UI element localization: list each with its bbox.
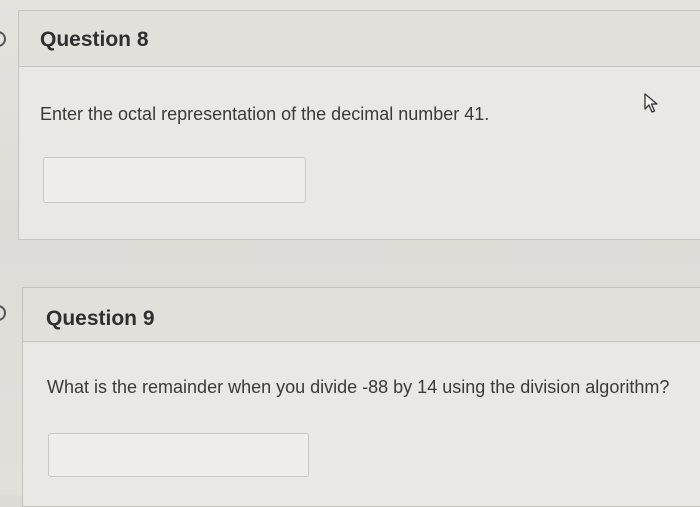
question-9-answer-input[interactable]	[48, 433, 309, 477]
mouse-cursor-icon	[644, 93, 658, 113]
question-9-prompt: What is the remainder when you divide -8…	[47, 377, 670, 397]
question-9-card: Question 9 What is the remainder when yo…	[22, 287, 700, 507]
question-8-card: Question 8 Enter the octal representatio…	[18, 10, 700, 240]
question-8-prompt: Enter the octal representation of the de…	[40, 104, 490, 124]
question-8-header: Question 8	[19, 11, 700, 67]
question-9-header: Question 9	[23, 288, 700, 342]
question-9-title: Question 9	[46, 307, 155, 330]
question-8-title: Question 8	[40, 28, 149, 51]
question-8-answer-input[interactable]	[43, 157, 306, 203]
